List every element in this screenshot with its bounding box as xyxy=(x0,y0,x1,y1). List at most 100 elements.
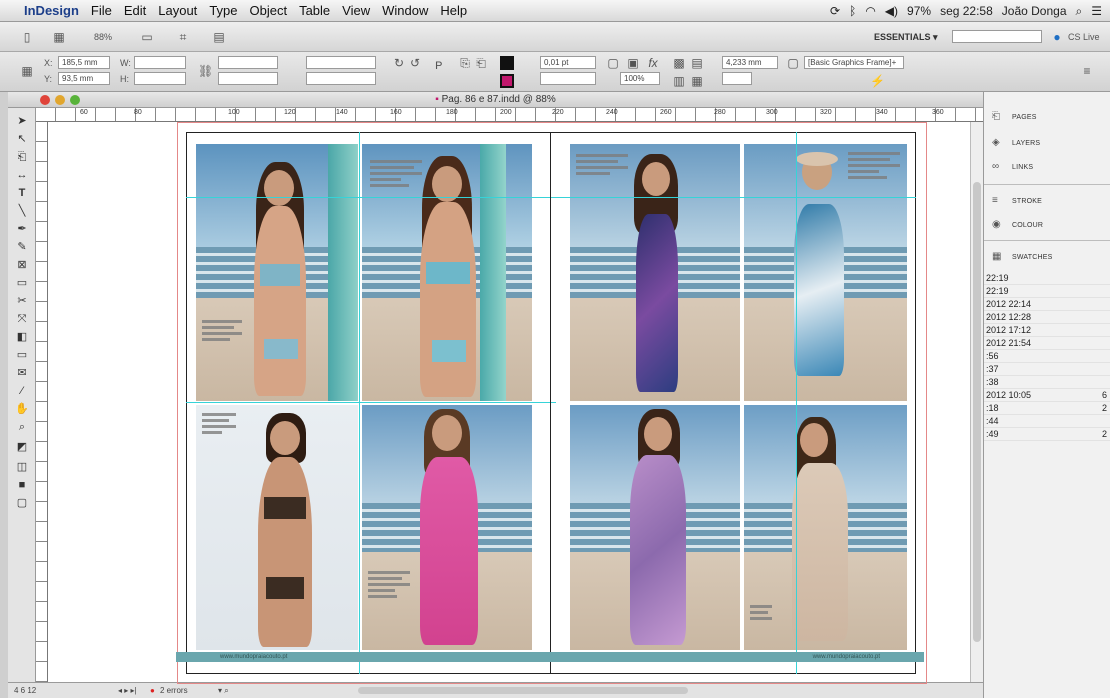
scale-y-field[interactable] xyxy=(218,72,278,85)
menu-view[interactable]: View xyxy=(342,3,370,18)
list-item[interactable]: 2012 10:05 6 xyxy=(984,389,1110,402)
stroke-weight-field[interactable]: 0,01 pt xyxy=(540,56,596,69)
volume-icon[interactable]: ◀) xyxy=(885,4,898,18)
menu-file[interactable]: File xyxy=(91,3,112,18)
vertical-ruler[interactable] xyxy=(36,122,48,682)
align-icon[interactable]: ▥ xyxy=(672,74,686,88)
page-tool-icon[interactable]: ⎗ xyxy=(14,150,30,164)
fill-stroke-icon[interactable]: ◩ xyxy=(14,440,30,454)
constrain-proportions-icon[interactable]: ⛓ xyxy=(198,64,213,78)
battery-status[interactable]: 97% xyxy=(907,4,931,18)
list-item[interactable]: 2012 22:14 xyxy=(984,298,1110,311)
preflight-errors[interactable]: 2 errors xyxy=(160,683,188,698)
document-titlebar[interactable]: ▪ Pag. 86 e 87.indd @ 88% xyxy=(8,92,983,108)
formatting-affects-icon[interactable]: ◫ xyxy=(14,460,30,474)
corner-shape-select[interactable] xyxy=(722,72,752,85)
free-transform-tool-icon[interactable]: ⤧ xyxy=(14,312,30,326)
screen-mode-icon[interactable]: ⌗ xyxy=(176,30,190,44)
normal-view-icon[interactable]: ■ xyxy=(14,478,30,492)
select-container-icon[interactable]: ⎘ xyxy=(458,56,472,70)
vertical-scrollbar[interactable] xyxy=(970,122,983,682)
h-field[interactable] xyxy=(134,72,186,85)
note-tool-icon[interactable]: ✉ xyxy=(14,366,30,380)
list-item[interactable]: :18 2 xyxy=(984,402,1110,415)
wrap-icon[interactable]: ▩ xyxy=(672,56,686,70)
photo-dress-navy[interactable] xyxy=(570,144,740,401)
menu-table[interactable]: Table xyxy=(299,3,330,18)
pen-tool-icon[interactable]: ✒ xyxy=(14,222,30,236)
scale-x-field[interactable] xyxy=(218,56,278,69)
photo-bikini-plaid[interactable] xyxy=(196,144,358,401)
effects-icon[interactable]: fx xyxy=(646,56,660,70)
swatches-panel-tab[interactable]: ▦ SWATCHES xyxy=(992,252,1053,262)
x-field[interactable]: 185,5 mm xyxy=(58,56,110,69)
fit-content-icon[interactable]: ▣ xyxy=(626,56,640,70)
list-item[interactable]: 22:19 xyxy=(984,285,1110,298)
gap-tool-icon[interactable]: ↔ xyxy=(14,168,30,182)
cs-live-label[interactable]: CS Live xyxy=(1068,32,1100,42)
bluetooth-icon[interactable]: ᛒ xyxy=(849,4,856,18)
stroke-panel-tab[interactable]: ≡ STROKE xyxy=(992,196,1042,206)
photo-dress-beige[interactable] xyxy=(744,405,907,650)
w-field[interactable] xyxy=(134,56,186,69)
close-window-button[interactable] xyxy=(40,95,50,105)
menu-app-name[interactable]: InDesign xyxy=(24,3,79,18)
quick-apply-icon[interactable]: ⚡ xyxy=(870,74,885,88)
fitting-icon[interactable]: ▢ xyxy=(606,56,620,70)
photo-bikini-pattern[interactable] xyxy=(362,144,532,401)
object-style-icon[interactable]: ▢ xyxy=(786,56,800,70)
sync-icon[interactable]: ⟳ xyxy=(830,4,840,18)
line-tool-icon[interactable]: ╲ xyxy=(14,204,30,218)
horizontal-scrollbar[interactable] xyxy=(358,687,688,694)
spotlight-icon[interactable]: ⌕ xyxy=(1076,4,1083,19)
page-number-field[interactable]: 4 6 12 xyxy=(14,683,36,698)
list-item[interactable]: 22:19 xyxy=(984,272,1110,285)
menu-type[interactable]: Type xyxy=(209,3,237,18)
photo-dress-pink[interactable] xyxy=(362,405,532,650)
vertical-guide[interactable] xyxy=(796,132,797,674)
eyedropper-tool-icon[interactable]: ⁄ xyxy=(14,384,30,398)
arrange-documents-icon[interactable]: ▤ xyxy=(212,30,226,44)
rectangle-tool-icon[interactable]: ▭ xyxy=(14,276,30,290)
photo-dress-blue[interactable] xyxy=(744,144,907,401)
vertical-guide[interactable] xyxy=(359,132,360,674)
gradient-tool-icon[interactable]: ◧ xyxy=(14,330,30,344)
object-style-select[interactable]: [Basic Graphics Frame]+ xyxy=(804,56,904,69)
layers-panel-tab[interactable]: ◈ LAYERS xyxy=(992,138,1040,148)
list-item[interactable]: :37 xyxy=(984,363,1110,376)
workspace-switcher[interactable]: ESSENTIALS ▾ xyxy=(874,32,938,43)
scissors-tool-icon[interactable]: ✂ xyxy=(14,294,30,308)
opacity-field[interactable]: 100% xyxy=(620,72,660,85)
colour-panel-tab[interactable]: ◉ COLOUR xyxy=(992,220,1043,230)
stroke-swatch[interactable] xyxy=(500,74,514,88)
type-tool-icon[interactable]: T xyxy=(14,186,30,200)
stroke-type-select[interactable] xyxy=(540,72,596,85)
direct-selection-tool-icon[interactable]: ↖ xyxy=(14,132,30,146)
shear-field[interactable] xyxy=(306,72,376,85)
corner-size-field[interactable]: 4,233 mm xyxy=(722,56,778,69)
horizontal-ruler[interactable]: 60 80 100 120 140 160 180 200 220 240 26… xyxy=(36,108,983,122)
view-options-icon[interactable]: ▭ xyxy=(140,30,154,44)
cs-live-icon[interactable]: ● xyxy=(1050,30,1064,44)
menu-window[interactable]: Window xyxy=(382,3,428,18)
list-item[interactable]: :49 2 xyxy=(984,428,1110,441)
zoom-window-button[interactable] xyxy=(70,95,80,105)
rotation-field[interactable] xyxy=(306,56,376,69)
list-item[interactable]: 2012 12:28 xyxy=(984,311,1110,324)
selection-tool-icon[interactable]: ➤ xyxy=(14,114,30,128)
gradient-feather-tool-icon[interactable]: ▭ xyxy=(14,348,30,362)
paragraph-style-icon[interactable]: ᴾ xyxy=(432,61,446,77)
list-item[interactable]: :44 xyxy=(984,415,1110,428)
horizontal-guide[interactable] xyxy=(186,197,916,198)
menu-object[interactable]: Object xyxy=(250,3,288,18)
minibridge-icon[interactable]: ▦ xyxy=(52,30,66,44)
panel-menu-icon[interactable]: ≡ xyxy=(1080,64,1094,78)
list-item[interactable]: :38 xyxy=(984,376,1110,389)
zoom-tool-icon[interactable]: ⌕ xyxy=(14,420,30,434)
wifi-icon[interactable]: ◠ xyxy=(865,4,875,18)
select-content-icon[interactable]: ⎗ xyxy=(474,56,488,70)
fill-swatch[interactable] xyxy=(500,56,514,70)
preview-mode-icon[interactable]: ▢ xyxy=(14,496,30,510)
footer-band[interactable]: www.mundopraiacouto.pt www.mundopraiacou… xyxy=(176,652,924,662)
y-field[interactable]: 93,5 mm xyxy=(58,72,110,85)
